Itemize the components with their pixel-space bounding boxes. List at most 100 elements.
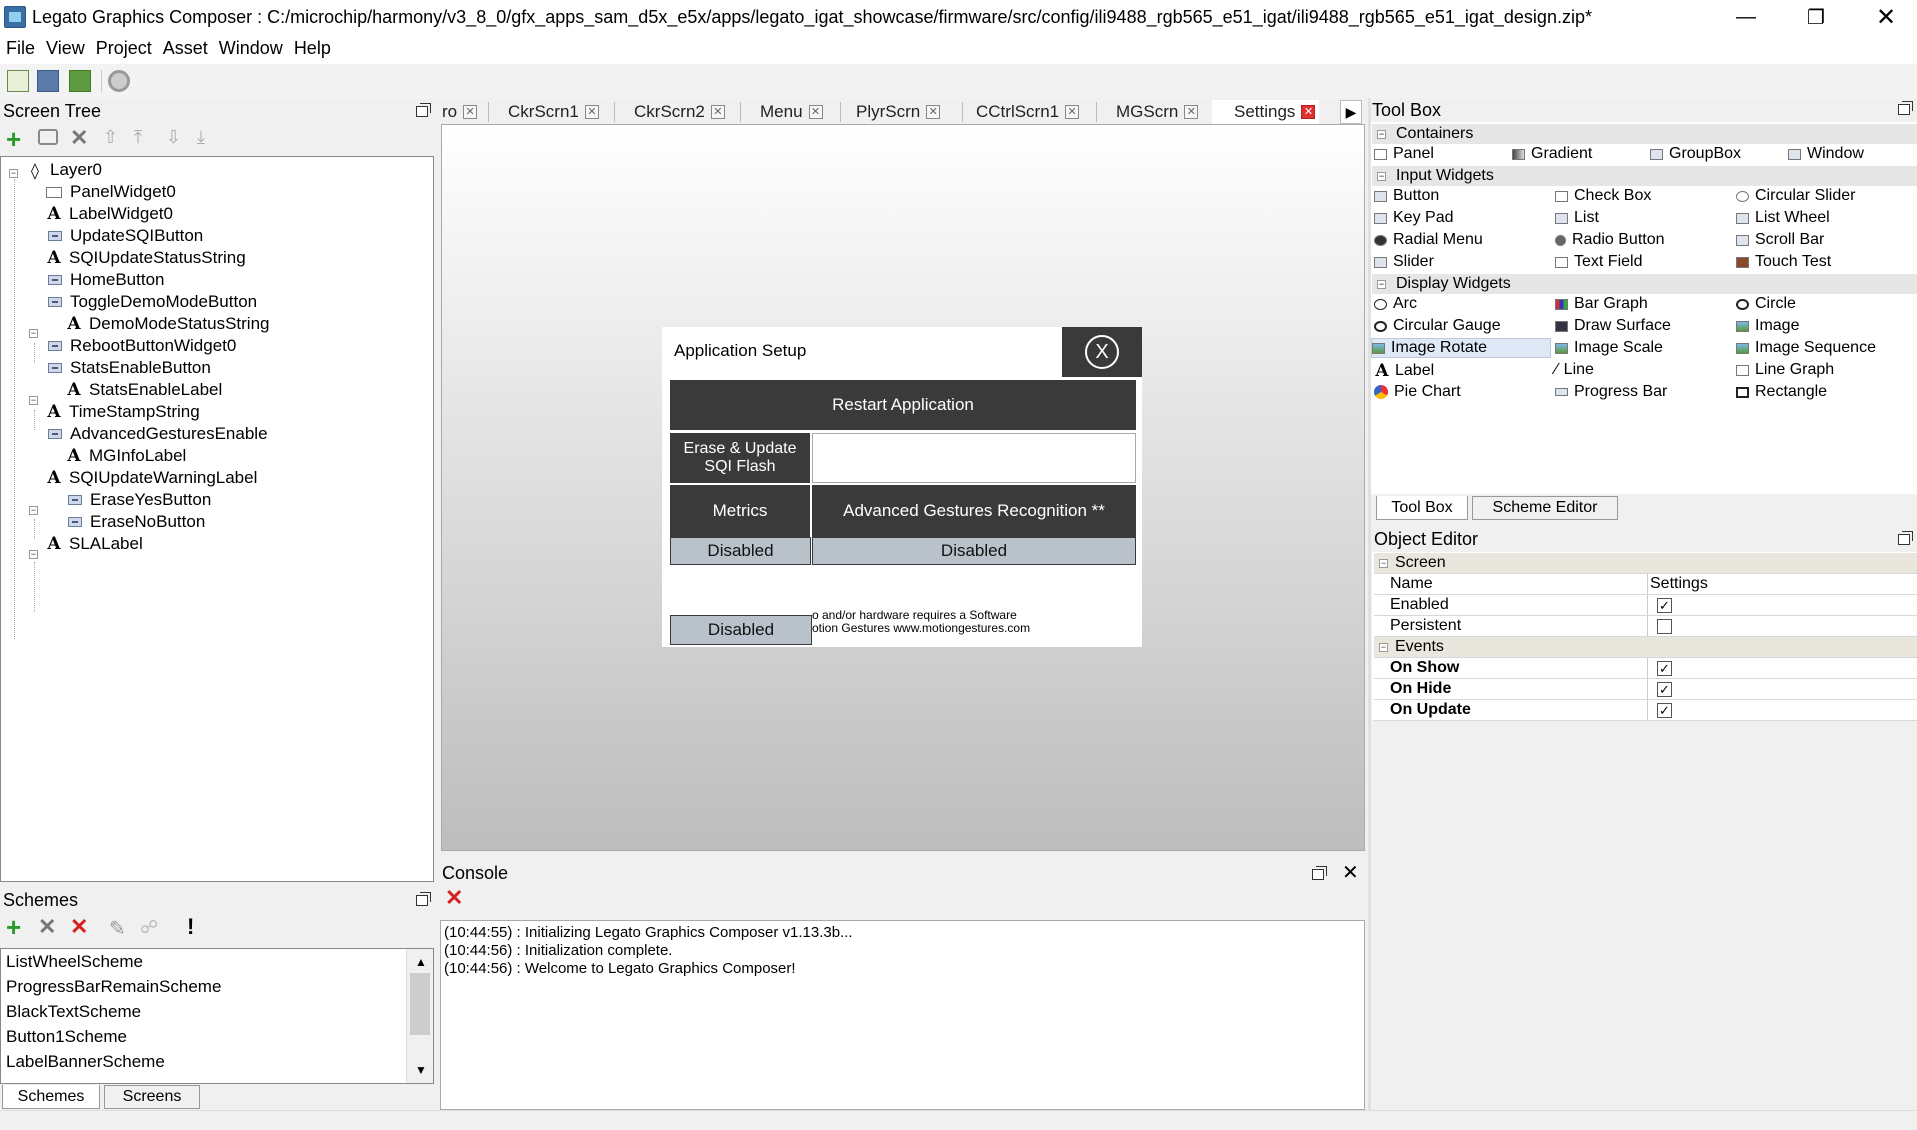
tool-circular-slider[interactable]: Circular Slider: [1736, 187, 1855, 205]
tree-item[interactable]: RebootButtonWidget0: [48, 336, 236, 356]
delete-icon[interactable]: ✕: [70, 125, 88, 151]
float-panel-icon[interactable]: [416, 103, 431, 117]
new-project-icon[interactable]: [7, 70, 29, 92]
menu-help[interactable]: Help: [288, 34, 336, 59]
close-tab-icon[interactable]: ✕: [710, 105, 725, 119]
collapse-icon[interactable]: −: [29, 550, 38, 559]
tree-item[interactable]: EraseYesButton: [68, 490, 211, 510]
copy-icon[interactable]: ☍: [140, 917, 158, 938]
collapse-icon[interactable]: −: [29, 396, 38, 405]
tool-label[interactable]: A Label: [1374, 361, 1434, 381]
close-tab-icon[interactable]: ✕: [584, 105, 599, 119]
open-project-icon[interactable]: [37, 70, 59, 92]
minimize-button[interactable]: —: [1711, 0, 1781, 34]
tree-item[interactable]: PanelWidget0: [46, 182, 176, 202]
list-item[interactable]: BlackTextScheme: [6, 1002, 141, 1022]
on-update-checkbox[interactable]: ✓: [1657, 703, 1672, 718]
on-show-checkbox[interactable]: ✓: [1657, 661, 1672, 676]
tool-radio-button[interactable]: Radio Button: [1555, 231, 1665, 249]
close-tab-icon[interactable]: ✕: [1065, 105, 1080, 119]
move-bottom-icon[interactable]: ⤓: [197, 127, 205, 148]
tool-line-graph[interactable]: Line Graph: [1736, 361, 1834, 379]
tree-item-layer0[interactable]: ◊ Layer0: [27, 160, 102, 180]
section-display-widgets[interactable]: − Display Widgets: [1372, 274, 1917, 294]
tool-panel[interactable]: Panel: [1374, 145, 1434, 163]
collapse-icon[interactable]: −: [29, 329, 38, 338]
collapse-icon[interactable]: −: [29, 506, 38, 515]
move-top-icon[interactable]: ⤒: [134, 127, 142, 148]
tree-item[interactable]: A DemoModeStatusString: [66, 314, 269, 334]
tab-screen[interactable]: ro ✕: [442, 100, 478, 124]
list-item[interactable]: ProgressBarRemainScheme: [6, 977, 221, 997]
close-tab-icon[interactable]: ✕: [1301, 105, 1316, 119]
tree-item[interactable]: A TimeStampString: [46, 402, 199, 422]
tool-image-scale[interactable]: Image Scale: [1555, 339, 1663, 357]
tool-circular-gauge[interactable]: Circular Gauge: [1374, 317, 1501, 335]
tab-screen[interactable]: CkrScrn1 ✕: [508, 100, 599, 124]
settings-gear-icon[interactable]: [108, 70, 130, 92]
tool-line[interactable]: ∕ Line: [1555, 361, 1594, 379]
tool-list-wheel[interactable]: List Wheel: [1736, 209, 1830, 227]
menu-asset[interactable]: Asset: [157, 34, 213, 59]
restart-application-button[interactable]: Restart Application: [670, 380, 1136, 430]
tool-image-sequence[interactable]: Image Sequence: [1736, 339, 1876, 357]
tool-text-field[interactable]: Text Field: [1555, 253, 1642, 271]
layer-icon[interactable]: [38, 129, 58, 145]
tab-screens[interactable]: Screens: [104, 1085, 200, 1109]
add-icon[interactable]: +: [6, 124, 21, 155]
close-window-button[interactable]: ✕: [1851, 0, 1917, 34]
enabled-checkbox[interactable]: ✓: [1657, 598, 1672, 613]
tool-scroll-bar[interactable]: Scroll Bar: [1736, 231, 1824, 249]
tree-item[interactable]: A SQIUpdateStatusString: [46, 248, 245, 268]
menu-project[interactable]: Project: [90, 34, 157, 59]
tab-toolbox[interactable]: Tool Box: [1376, 496, 1468, 520]
tab-scroll-right[interactable]: ▶: [1340, 100, 1362, 124]
maximize-button[interactable]: ❐: [1781, 0, 1851, 34]
tool-gradient[interactable]: Gradient: [1512, 145, 1592, 163]
section-input-widgets[interactable]: − Input Widgets: [1372, 166, 1917, 186]
scrollbar[interactable]: ▲ ▼: [406, 949, 433, 1083]
tree-item[interactable]: A MGInfoLabel: [66, 446, 186, 466]
close-tab-icon[interactable]: ✕: [926, 105, 941, 119]
remove-icon[interactable]: ✕: [38, 914, 56, 940]
tree-item[interactable]: UpdateSQIButton: [48, 226, 203, 246]
section-containers[interactable]: − Containers: [1372, 124, 1917, 144]
float-panel-icon[interactable]: [1898, 531, 1913, 545]
tree-item[interactable]: ToggleDemoModeButton: [48, 292, 257, 312]
tool-pie-chart[interactable]: Pie Chart: [1374, 383, 1461, 401]
tab-screen[interactable]: MGScrn ✕: [1116, 100, 1199, 124]
tab-schemes[interactable]: Schemes: [2, 1085, 100, 1109]
close-tab-icon[interactable]: ✕: [808, 105, 823, 119]
erase-update-button[interactable]: Erase & Update SQI Flash: [670, 433, 810, 483]
tree-item[interactable]: A SQIUpdateWarningLabel: [46, 468, 257, 488]
float-panel-icon[interactable]: [1898, 101, 1913, 115]
dialog-close-button[interactable]: X: [1062, 327, 1142, 377]
collapse-icon[interactable]: −: [9, 169, 18, 178]
tool-groupbox[interactable]: GroupBox: [1650, 145, 1741, 163]
tool-progress-bar[interactable]: Progress Bar: [1555, 383, 1667, 401]
tree-item[interactable]: A SLALabel: [46, 534, 142, 554]
tab-screen[interactable]: Menu ✕: [760, 100, 823, 124]
tool-draw-surface[interactable]: Draw Surface: [1555, 317, 1671, 335]
tree-item[interactable]: A LabelWidget0: [46, 204, 173, 224]
tool-circle[interactable]: Circle: [1736, 295, 1796, 313]
warning-icon[interactable]: !: [187, 914, 194, 940]
menu-window[interactable]: Window: [213, 34, 288, 59]
clear-console-icon[interactable]: ✕: [445, 885, 463, 911]
edit-icon[interactable]: ✎: [109, 916, 126, 941]
list-item[interactable]: Button1Scheme: [6, 1027, 127, 1047]
tool-button[interactable]: Button: [1374, 187, 1439, 205]
metrics-button[interactable]: Metrics: [670, 485, 810, 537]
tree-item[interactable]: StatsEnableButton: [48, 358, 211, 378]
close-panel-icon[interactable]: ✕: [1342, 860, 1359, 885]
move-up-icon[interactable]: ⇧: [103, 127, 118, 148]
tree-item[interactable]: AdvancedGesturesEnable: [48, 424, 268, 444]
close-tab-icon[interactable]: ✕: [463, 105, 478, 119]
tool-touch-test[interactable]: Touch Test: [1736, 253, 1831, 271]
section-screen[interactable]: − Screen: [1374, 553, 1917, 574]
persistent-checkbox[interactable]: [1657, 619, 1672, 634]
tab-scheme-editor[interactable]: Scheme Editor: [1472, 496, 1618, 520]
tool-slider[interactable]: Slider: [1374, 253, 1434, 271]
tree-item[interactable]: A StatsEnableLabel: [66, 380, 222, 400]
section-events[interactable]: − Events: [1374, 637, 1917, 658]
